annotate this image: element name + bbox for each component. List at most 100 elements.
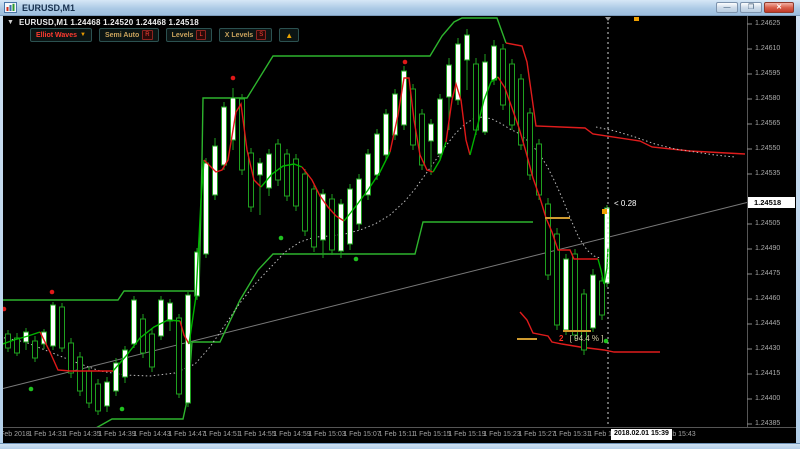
toolbar-button-label: X Levels	[224, 31, 254, 39]
price-tick-label: 1.24445	[755, 320, 781, 327]
price-tick-label: 1.24460	[755, 295, 781, 302]
window-border-right	[796, 16, 800, 444]
candle	[104, 377, 110, 412]
time-axis-label: 1 Feb 14:39	[98, 431, 136, 438]
candle	[32, 336, 38, 362]
time-axis-label: 1 Feb 2018	[0, 431, 30, 438]
candle	[275, 139, 281, 186]
candle	[14, 333, 20, 356]
sell-dot	[230, 75, 236, 81]
candle	[68, 338, 74, 378]
buy-dot	[353, 256, 359, 262]
price-tick-label: 1.24595	[755, 70, 781, 77]
time-axis-label: 1 Feb 14:51	[203, 431, 241, 438]
candle	[329, 194, 335, 255]
candle	[23, 328, 29, 350]
candle	[572, 249, 578, 340]
toolbar-button-semi-auto[interactable]: Semi Auto R	[98, 28, 159, 42]
time-axis-label: 1 Feb 14:55	[238, 431, 276, 438]
bid-price-line	[3, 202, 747, 389]
toolbar-button-label: Elliot Waves	[36, 31, 77, 39]
candle	[113, 358, 119, 396]
price-tick-label: 1.24550	[755, 145, 781, 152]
titlebar[interactable]: EURUSD,M1 — ❐ ✕	[0, 0, 800, 16]
toolbar-button-elliot-waves[interactable]: Elliot Waves ▼	[30, 28, 92, 42]
price-tick-label: 1.24535	[755, 170, 781, 177]
up-triangle-icon: ▲	[285, 30, 294, 40]
candle	[437, 94, 443, 160]
candle	[50, 302, 56, 350]
time-axis-label: 1 Feb 15:11	[378, 431, 416, 438]
mt4-chart-window: EURUSD,M1 — ❐ ✕ ▼ EURUSD,M1 1.24468 1.24…	[0, 0, 800, 449]
price-tick-label: 1.24610	[755, 45, 781, 52]
price-tick-label: 1.24580	[755, 95, 781, 102]
time-axis-label: 1 Feb 14:31	[28, 431, 66, 438]
candle	[581, 289, 587, 355]
candle	[203, 158, 209, 258]
time-axis-label: 1 Feb 14:47	[168, 431, 206, 438]
toolbar-button-levels[interactable]: Levels L	[165, 28, 212, 42]
chevron-down-icon[interactable]: ▼	[7, 19, 14, 26]
window-title: EURUSD,M1	[22, 2, 76, 13]
time-axis-label: 1 Feb 15:31	[553, 431, 591, 438]
buy-dot	[28, 386, 34, 392]
chart-area[interactable]: ▼ EURUSD,M1 1.24468 1.24520 1.24468 1.24…	[0, 16, 800, 443]
candle	[59, 303, 65, 352]
minimize-button[interactable]: —	[716, 2, 738, 13]
buy-dot	[119, 406, 125, 412]
ohlc-info: EURUSD,M1 1.24468 1.24520 1.24468 1.2451…	[19, 18, 199, 27]
velocity-label: < 0.28	[614, 199, 637, 208]
candle	[122, 346, 128, 383]
window-border-bottom	[0, 443, 800, 449]
close-button[interactable]: ✕	[764, 2, 794, 13]
toolbar-button-expand[interactable]: ▲	[279, 28, 300, 42]
candle	[347, 184, 353, 250]
buy-dot	[603, 338, 609, 344]
candle	[86, 367, 92, 408]
channel-band-red-1	[505, 42, 746, 155]
time-axis-label: 1 Feb 14:35	[63, 431, 101, 438]
candle	[293, 154, 299, 211]
dotted-ma-0	[3, 116, 601, 377]
orange-square-marker	[602, 209, 607, 214]
wave-number: 2	[559, 334, 564, 343]
plot-layer	[3, 17, 747, 428]
candle	[563, 254, 569, 335]
chart-window-icon	[4, 2, 17, 13]
price-tick-label: 1.24385	[755, 420, 781, 427]
orange-square-marker	[634, 17, 639, 21]
candle	[392, 89, 398, 140]
toolbar-button-x-levels[interactable]: X Levels S	[218, 28, 273, 42]
vline-time-tag: 2018.02.01 15:39	[611, 429, 672, 440]
candle	[221, 102, 227, 170]
candle	[383, 109, 389, 160]
candle	[428, 119, 434, 175]
sell-dot	[49, 289, 55, 295]
price-tick-label: 1.24400	[755, 395, 781, 402]
candle	[509, 59, 515, 130]
time-axis-label: 1 Feb 15:19	[448, 431, 486, 438]
price-tick-label: 1.24430	[755, 345, 781, 352]
time-axis-label: 1 Feb 15:15	[413, 431, 451, 438]
candle	[464, 29, 470, 90]
candle	[284, 149, 290, 201]
price-tick-label: 1.24415	[755, 370, 781, 377]
price-tick-label: 1.24505	[755, 220, 781, 227]
candle	[185, 292, 191, 407]
maximize-button[interactable]: ❐	[740, 2, 762, 13]
candle	[374, 129, 380, 180]
candle	[311, 184, 317, 252]
current-price-tag: 1.24518	[748, 197, 795, 208]
time-axis-label: 1 Feb 15:27	[518, 431, 556, 438]
hotkey-badge: R	[142, 30, 153, 40]
candle	[590, 269, 596, 332]
candle	[176, 314, 182, 398]
indicator-toolbar: Elliot Waves ▼ Semi Auto R Levels L X Le…	[30, 28, 300, 42]
price-chart-svg	[0, 16, 796, 443]
time-axis: 1 Feb 20181 Feb 14:311 Feb 14:351 Feb 14…	[0, 428, 796, 443]
candle	[545, 198, 551, 280]
time-axis-label: 1 Feb 14:59	[273, 431, 311, 438]
toolbar-button-label: Levels	[171, 31, 194, 39]
candle	[500, 44, 506, 110]
dropdown-arrow-icon: ▼	[79, 32, 86, 38]
